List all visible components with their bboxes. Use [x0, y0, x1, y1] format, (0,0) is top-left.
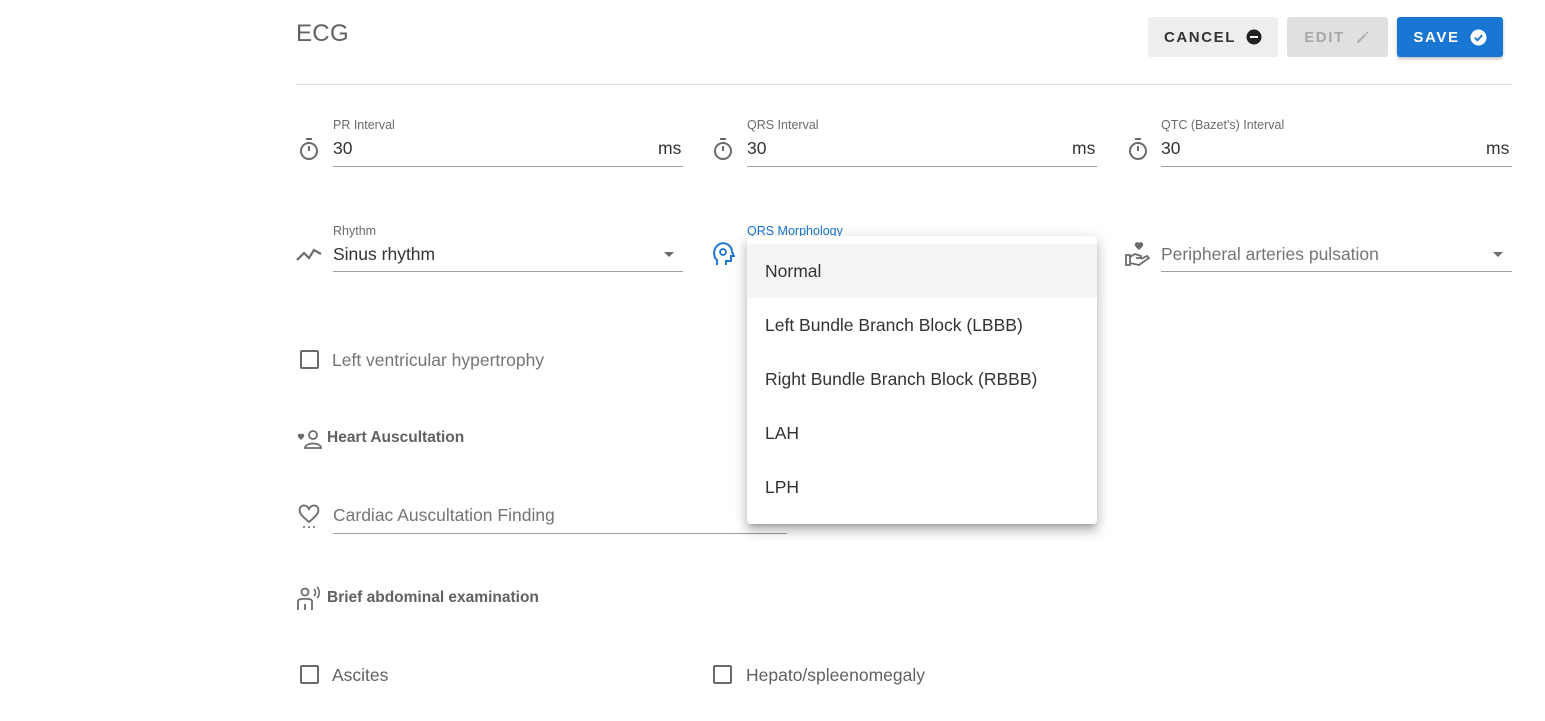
pr-interval-value[interactable]: 30 [333, 138, 352, 159]
head-gear-icon [710, 241, 736, 267]
qtc-interval-label: QTC (Bazet's) Interval [1161, 118, 1285, 132]
rhythm-underline [333, 271, 683, 272]
qrs-morphology-label: QRS Morphology [747, 224, 843, 236]
save-button[interactable]: SAVE [1397, 17, 1503, 57]
heart-outline-icon [296, 503, 322, 529]
menu-item-rbbb[interactable]: Right Bundle Branch Block (RBBB) [747, 352, 1097, 406]
peripheral-underline [1161, 271, 1512, 272]
qtc-interval-unit: ms [1486, 138, 1510, 158]
qrs-interval-underline [747, 166, 1097, 167]
pr-interval-label: PR Interval [333, 118, 395, 132]
cardiac-finding-placeholder[interactable]: Cardiac Auscultation Finding [333, 505, 555, 526]
rhythm-value[interactable]: Sinus rhythm [333, 244, 435, 265]
heart-person-icon [296, 426, 322, 452]
minus-circle-icon [1246, 29, 1262, 45]
pr-interval-underline [333, 166, 683, 167]
lvh-label: Left ventricular hypertrophy [332, 350, 545, 370]
timer-icon [296, 136, 322, 162]
ascites-checkbox[interactable] [300, 665, 319, 684]
menu-item-normal[interactable]: Normal [747, 244, 1097, 298]
lvh-checkbox[interactable] [300, 350, 319, 369]
hand-heart-icon [1125, 241, 1151, 267]
pencil-icon [1356, 31, 1369, 43]
peripheral-placeholder[interactable]: Peripheral arteries pulsation [1161, 244, 1379, 265]
heart-auscultation-title: Heart Auscultation [327, 429, 465, 446]
pr-interval-unit: ms [658, 138, 682, 158]
timer-icon [710, 136, 736, 162]
qrs-morphology-menu: Normal Left Bundle Branch Block (LBBB) R… [747, 236, 1097, 524]
qrs-interval-label: QRS Interval [747, 118, 819, 132]
trending-icon [296, 241, 322, 267]
edit-button-label: EDIT [1304, 28, 1345, 46]
qrs-interval-value[interactable]: 30 [747, 138, 766, 159]
ascites-label: Ascites [332, 665, 389, 685]
header-divider [296, 84, 1512, 85]
save-button-label: SAVE [1413, 28, 1460, 46]
caret-down-icon[interactable] [664, 252, 674, 257]
person-sound-icon [296, 586, 322, 612]
check-circle-icon [1470, 29, 1487, 45]
qtc-interval-value[interactable]: 30 [1161, 138, 1180, 159]
qtc-interval-underline [1161, 166, 1512, 167]
qrs-interval-unit: ms [1072, 138, 1096, 158]
menu-item-lah[interactable]: LAH [747, 406, 1097, 460]
hepato-label: Hepato/spleenomegaly [746, 665, 926, 685]
menu-item-lbbb[interactable]: Left Bundle Branch Block (LBBB) [747, 298, 1097, 352]
rhythm-label: Rhythm [333, 224, 377, 238]
abdominal-title: Brief abdominal examination [327, 589, 539, 606]
cardiac-finding-underline [333, 533, 787, 534]
hepato-checkbox[interactable] [713, 665, 732, 684]
page-title: ECG [296, 20, 349, 47]
caret-down-icon[interactable] [1493, 252, 1503, 257]
cancel-button-label: CANCEL [1163, 28, 1237, 46]
timer-icon [1125, 136, 1151, 162]
edit-button[interactable]: EDIT [1287, 17, 1388, 57]
menu-item-lph[interactable]: LPH [747, 460, 1097, 514]
cancel-button[interactable]: CANCEL [1148, 17, 1278, 57]
